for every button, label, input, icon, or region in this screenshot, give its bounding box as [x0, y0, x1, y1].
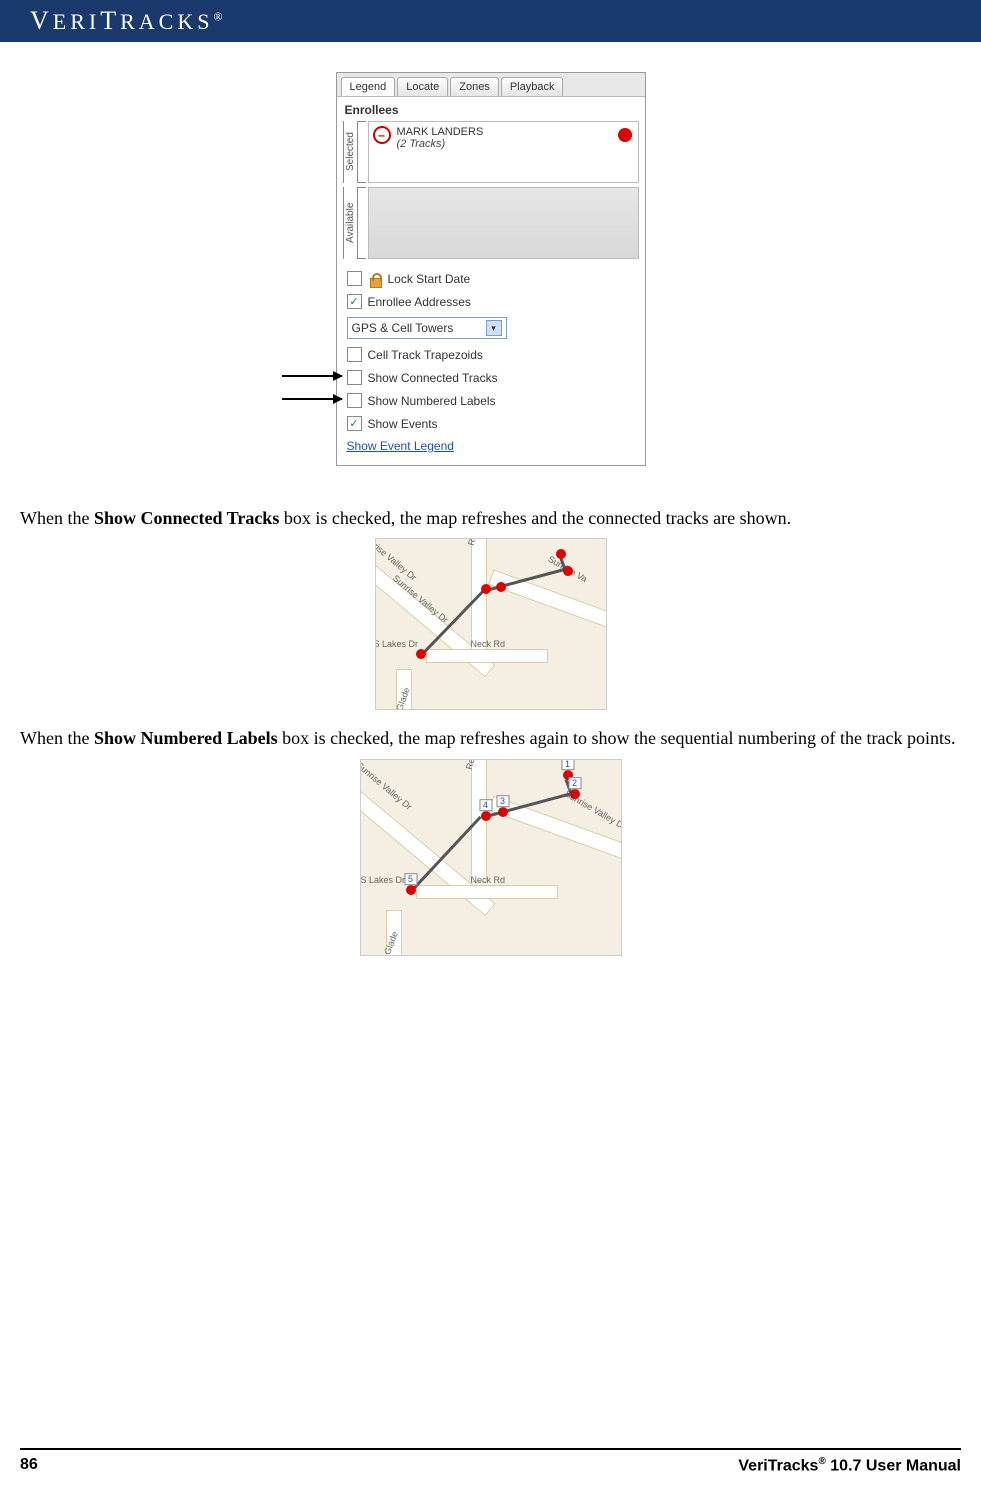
checkbox-trapezoids[interactable] — [347, 347, 362, 362]
num-label-5: 5 — [404, 873, 417, 885]
footer-suffix: 10.7 User Manual — [826, 1457, 961, 1474]
tab-legend[interactable]: Legend — [341, 77, 396, 96]
arrow-icon — [282, 375, 342, 377]
p1c: box is checked, the map refreshes and th… — [279, 508, 791, 528]
footer-title: VeriTracks® 10.7 User Manual — [738, 1456, 961, 1475]
num-label-3: 3 — [496, 795, 509, 807]
road-label: S Lakes Dr — [361, 875, 406, 885]
footer-brand: VeriTracks — [738, 1457, 818, 1474]
enrollee-name: MARK LANDERS — [397, 126, 484, 138]
p1a: When the — [20, 508, 94, 528]
selected-list: – MARK LANDERS (2 Tracks) — [368, 121, 639, 183]
road — [426, 649, 548, 663]
num-label-2: 2 — [568, 777, 581, 789]
enrollees-header: Enrollees — [337, 97, 645, 121]
tab-zones[interactable]: Zones — [450, 77, 499, 96]
opt-show-events: ✓ Show Events — [347, 412, 635, 435]
track-point — [481, 811, 491, 821]
checkbox-events[interactable]: ✓ — [347, 416, 362, 431]
track-point — [481, 584, 491, 594]
road-label: S Lakes Dr — [375, 639, 419, 649]
track-point — [563, 566, 573, 576]
track-point — [496, 582, 506, 592]
page-number: 86 — [20, 1456, 38, 1475]
num-label-1: 1 — [561, 759, 574, 770]
available-bracket — [357, 187, 366, 259]
lock-icon — [368, 272, 382, 286]
available-list — [368, 187, 639, 259]
selected-bracket — [357, 121, 366, 183]
opt-num-label: Show Numbered Labels — [368, 394, 496, 408]
paragraph-connected: When the Show Connected Tracks box is ch… — [20, 506, 961, 530]
map-connected-tracks: rise Valley Dr Reston Pkwy Sunrise Va S … — [375, 538, 607, 710]
track-point — [406, 885, 416, 895]
paragraph-numbered: When the Show Numbered Labels box is che… — [20, 726, 961, 750]
checkbox-addresses[interactable]: ✓ — [347, 294, 362, 309]
color-dot-icon — [618, 128, 632, 142]
available-side-label: Available — [343, 187, 357, 259]
page-footer: 86 VeriTracks® 10.7 User Manual — [20, 1448, 961, 1475]
track-point — [416, 649, 426, 659]
track-point — [498, 807, 508, 817]
road-label: Neck Rd — [471, 639, 506, 649]
num-label-4: 4 — [479, 799, 492, 811]
opt-addr-label: Enrollee Addresses — [368, 295, 471, 309]
gps-dropdown[interactable]: GPS & Cell Towers ▾ — [347, 317, 507, 339]
tab-bar: Legend Locate Zones Playback — [337, 73, 645, 97]
road — [488, 570, 607, 634]
enrollee-tracks: (2 Tracks) — [397, 138, 484, 150]
selected-row: Selected – MARK LANDERS (2 Tracks) — [343, 121, 639, 183]
opt-trap-label: Cell Track Trapezoids — [368, 348, 483, 362]
tab-locate[interactable]: Locate — [397, 77, 448, 96]
tab-playback[interactable]: Playback — [501, 77, 564, 96]
enrollee-entry: MARK LANDERS (2 Tracks) — [397, 126, 484, 150]
road — [416, 885, 558, 899]
opt-conn-label: Show Connected Tracks — [368, 371, 498, 385]
selected-side-label: Selected — [343, 121, 357, 183]
track-point — [570, 789, 580, 799]
opt-numbered-labels: Show Numbered Labels — [347, 389, 635, 412]
p2a: When the — [20, 728, 94, 748]
opt-events-label: Show Events — [368, 417, 438, 431]
track-point — [556, 549, 566, 559]
checkbox-connected[interactable] — [347, 370, 362, 385]
map-numbered-labels: Sunrise Valley Dr Reston Pkwy Sunrise Va… — [360, 759, 622, 956]
event-legend-link[interactable]: Show Event Legend — [347, 439, 454, 453]
dd-value: GPS & Cell Towers — [352, 321, 454, 335]
opt-enrollee-addresses: ✓ Enrollee Addresses — [347, 290, 635, 313]
brand-logo: VVERITRACKSERITRACKS® — [30, 6, 223, 36]
opt-trapezoids: Cell Track Trapezoids — [347, 343, 635, 366]
remove-icon[interactable]: – — [373, 126, 391, 144]
opt-connected-tracks: Show Connected Tracks — [347, 366, 635, 389]
opt-lock-start-date: Lock Start Date — [347, 267, 635, 290]
footer-reg: ® — [818, 1456, 825, 1467]
legend-panel-figure: Legend Locate Zones Playback Enrollees S… — [336, 72, 646, 466]
checkbox-lock[interactable] — [347, 271, 362, 286]
options-block: Lock Start Date ✓ Enrollee Addresses GPS… — [337, 259, 645, 465]
reg-mark: ® — [213, 10, 222, 24]
arrow-icon — [282, 398, 342, 400]
available-row: Available — [343, 187, 639, 259]
p1b: Show Connected Tracks — [94, 508, 279, 528]
road-label: Neck Rd — [471, 875, 506, 885]
p2c: box is checked, the map refreshes again … — [278, 728, 956, 748]
p2b: Show Numbered Labels — [94, 728, 278, 748]
checkbox-numbered[interactable] — [347, 393, 362, 408]
opt-event-legend-link: Show Event Legend — [347, 435, 635, 457]
header-bar: VVERITRACKSERITRACKS® — [0, 0, 981, 42]
opt-lock-label: Lock Start Date — [388, 272, 471, 286]
chevron-down-icon: ▾ — [486, 320, 502, 336]
legend-panel: Legend Locate Zones Playback Enrollees S… — [336, 72, 646, 466]
